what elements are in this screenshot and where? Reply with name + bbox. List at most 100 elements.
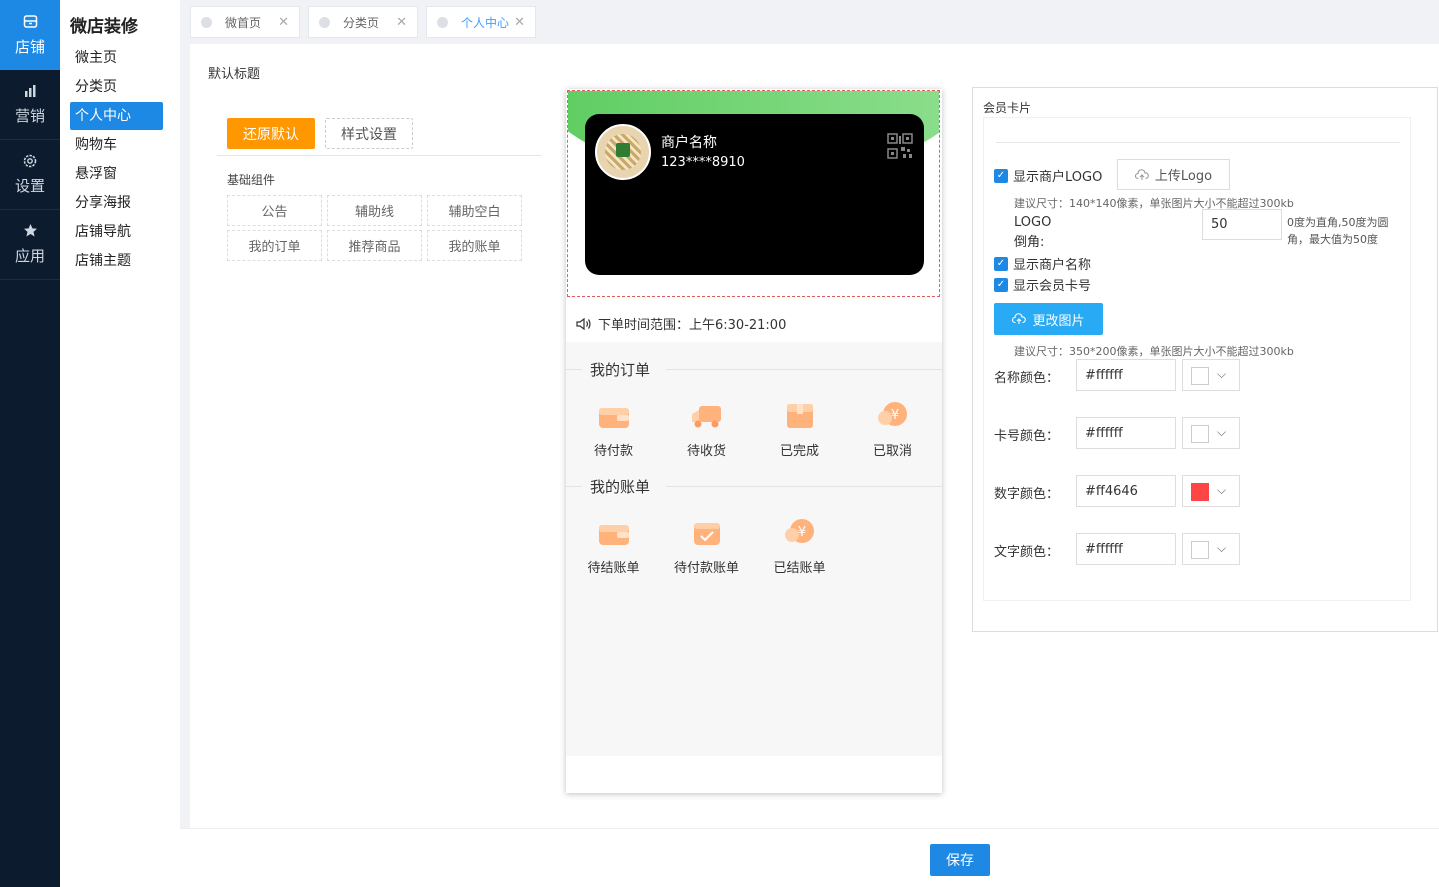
settings-form: ✓ 显示商户LOGO 上传Logo 建议尺寸：140*140像素，单张图片大小不… <box>983 117 1411 601</box>
bills-header: 我的账单 <box>566 476 942 496</box>
tab-category[interactable]: 分类页 ✕ <box>308 6 418 38</box>
name-color-input[interactable] <box>1076 359 1176 391</box>
color-swatch <box>1191 367 1209 385</box>
order-cancelled[interactable]: ¥ 已取消 <box>846 400 939 459</box>
change-image-label: 更改图片 <box>1032 313 1085 329</box>
refund-icon: ¥ <box>784 519 814 543</box>
bills-row: 待结账单 待付款账单 ¥ 已结账单 <box>567 517 846 576</box>
secondary-sidebar: 微店装修 微主页 分类页 个人中心 购物车 悬浮窗 分享海报 店铺导航 店铺主题 <box>60 0 180 887</box>
text-color-picker[interactable]: ⌵ <box>1182 533 1240 565</box>
text-color-input[interactable] <box>1076 533 1176 565</box>
sidebar-item-category[interactable]: 分类页 <box>70 73 163 101</box>
sidebar-title: 微店装修 <box>70 17 138 37</box>
svg-text:¥: ¥ <box>890 408 898 423</box>
nav-item-settings[interactable]: 设置 <box>0 140 60 210</box>
color-label: 文字颜色： <box>994 545 1060 560</box>
divider <box>217 155 542 156</box>
checkbox-checked-icon: ✓ <box>994 168 1008 183</box>
component-blank-space[interactable]: 辅助空白 <box>427 195 522 226</box>
sidebar-item-shop-theme[interactable]: 店铺主题 <box>70 247 163 275</box>
card-no-color-row: 卡号颜色： ⌵ <box>994 417 1244 449</box>
bill-pending-settlement[interactable]: 待结账单 <box>567 517 660 576</box>
merchant-logo <box>595 124 651 180</box>
footer-bar: 保存 <box>180 828 1439 887</box>
color-swatch <box>1191 483 1209 501</box>
nav-item-shop[interactable]: 店铺 <box>0 0 60 70</box>
upload-logo-label: 上传Logo <box>1154 169 1213 184</box>
sidebar-item-profile[interactable]: 个人中心 <box>70 102 163 130</box>
nav-item-apps[interactable]: 应用 <box>0 210 60 280</box>
tab-label: 个人中心 <box>461 15 510 30</box>
tab-home[interactable]: 微首页 ✕ <box>190 6 300 38</box>
component-guide-line[interactable]: 辅助线 <box>327 195 422 226</box>
restore-default-button[interactable]: 还原默认 <box>227 118 315 149</box>
component-my-bills[interactable]: 我的账单 <box>427 230 522 261</box>
color-label: 名称颜色： <box>994 371 1060 386</box>
color-label: 卡号颜色： <box>994 429 1060 444</box>
card-number: 123****8910 <box>661 155 745 170</box>
sidebar-item-cart[interactable]: 购物车 <box>70 131 163 159</box>
style-settings-button[interactable]: 样式设置 <box>325 118 413 149</box>
bill-label: 待结账单 <box>587 561 640 576</box>
order-pending-receipt[interactable]: 待收货 <box>660 400 753 459</box>
member-card: 商户名称 123****8910 <box>585 114 924 275</box>
card-no-color-picker[interactable]: ⌵ <box>1182 417 1240 449</box>
color-swatch <box>1191 541 1209 559</box>
color-swatch <box>1191 425 1209 443</box>
bill-pending-payment[interactable]: 待付款账单 <box>660 517 753 576</box>
order-label: 待收货 <box>686 444 726 459</box>
upload-logo-button[interactable]: 上传Logo <box>1117 159 1230 190</box>
card-no-color-input[interactable] <box>1076 417 1176 449</box>
bill-settled[interactable]: ¥ 已结账单 <box>753 517 846 576</box>
change-image-button[interactable]: 更改图片 <box>994 303 1103 335</box>
number-color-input[interactable] <box>1076 475 1176 507</box>
close-icon[interactable]: ✕ <box>278 15 289 30</box>
logo-radius-input[interactable] <box>1202 209 1282 240</box>
bills-title: 我的账单 <box>590 478 651 496</box>
close-icon[interactable]: ✕ <box>514 15 525 30</box>
notice-bar: 下单时间范围：上午6:30-21:00 <box>576 314 786 333</box>
close-icon[interactable]: ✕ <box>396 15 407 30</box>
tab-profile[interactable]: 个人中心 ✕ <box>426 6 536 38</box>
chevron-down-icon: ⌵ <box>1217 425 1227 439</box>
cloud-upload-icon <box>1012 313 1027 324</box>
tab-dot <box>201 16 212 28</box>
sidebar-item-floating-window[interactable]: 悬浮窗 <box>70 160 163 188</box>
save-button[interactable]: 保存 <box>930 844 990 876</box>
order-label: 已取消 <box>872 444 912 459</box>
shop-icon <box>23 14 38 34</box>
checkbox-label: 显示商户名称 <box>1013 258 1092 273</box>
gear-icon <box>22 153 38 173</box>
svg-text:¥: ¥ <box>797 525 805 540</box>
components-section-label: 基础组件 <box>227 173 276 187</box>
sidebar-item-share-poster[interactable]: 分享海报 <box>70 189 163 217</box>
orders-row: 待付款 待收货 已完成 ¥ 已取消 <box>567 400 939 459</box>
notice-text: 下单时间范围：上午6:30-21:00 <box>598 318 787 333</box>
main-panel: 默认标题 还原默认 样式设置 基础组件 公告 辅助线 辅助空白 我的订单 推荐商… <box>190 44 1439 828</box>
image-size-hint: 建议尺寸：350*200像素，单张图片大小不能超过300kb <box>1014 345 1294 358</box>
order-label: 已完成 <box>779 444 819 459</box>
name-color-picker[interactable]: ⌵ <box>1182 359 1240 391</box>
nav-item-marketing[interactable]: 营销 <box>0 70 60 140</box>
order-completed[interactable]: 已完成 <box>753 400 846 459</box>
member-card-area[interactable]: 商户名称 123****8910 <box>567 90 940 297</box>
number-color-picker[interactable]: ⌵ <box>1182 475 1240 507</box>
component-my-orders[interactable]: 我的订单 <box>227 230 322 261</box>
chevron-down-icon: ⌵ <box>1217 483 1227 497</box>
checkbox-checked-icon: ✓ <box>994 277 1008 292</box>
sidebar-item-shop-nav[interactable]: 店铺导航 <box>70 218 163 246</box>
speaker-icon <box>576 317 591 330</box>
color-label: 数字颜色： <box>994 487 1060 502</box>
order-pending-payment[interactable]: 待付款 <box>567 400 660 459</box>
sidebar-item-home[interactable]: 微主页 <box>70 44 163 72</box>
checkbox-label: 显示商户LOGO <box>1013 170 1103 185</box>
component-recommended[interactable]: 推荐商品 <box>327 230 422 261</box>
show-card-no-checkbox[interactable]: ✓ 显示会员卡号 <box>994 275 1091 294</box>
component-notice[interactable]: 公告 <box>227 195 322 226</box>
tab-dot <box>319 16 330 28</box>
show-logo-checkbox[interactable]: ✓ 显示商户LOGO <box>994 166 1102 185</box>
nav-item-label: 设置 <box>14 177 45 195</box>
show-name-checkbox[interactable]: ✓ 显示商户名称 <box>994 254 1091 273</box>
tab-dot <box>437 16 448 28</box>
settings-title: 会员卡片 <box>983 101 1032 115</box>
